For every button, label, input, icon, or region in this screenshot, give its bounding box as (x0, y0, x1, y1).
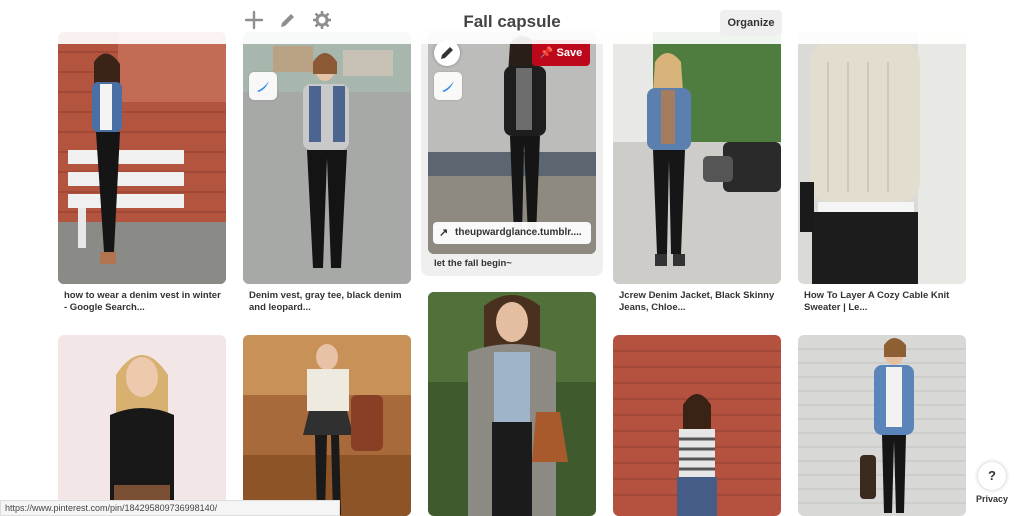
pin-caption: let the fall begin~ (434, 258, 512, 269)
bird-icon (442, 81, 454, 92)
save-label: Save (556, 47, 583, 59)
pin-image[interactable] (798, 32, 966, 284)
arrow-up-right-icon: ↗ (439, 227, 449, 239)
privacy-link[interactable]: Privacy (970, 494, 1014, 504)
organize-button[interactable]: Organize (720, 10, 782, 36)
board-title: Fall capsule (463, 12, 561, 31)
pin-source-badge (434, 72, 462, 100)
pin-card[interactable] (613, 335, 781, 516)
pin-caption: Denim vest, gray tee, black denim and le… (249, 290, 402, 313)
bird-icon (257, 81, 269, 92)
pin-caption: how to wear a denim vest in winter - Goo… (64, 290, 221, 313)
pin-image[interactable] (243, 32, 411, 284)
pin-image[interactable] (58, 335, 226, 516)
source-link[interactable]: ↗ theupwardglance.tumblr.... (433, 222, 591, 244)
pin-caption: Jcrew Denim Jacket, Black Skinny Jeans, … (619, 290, 775, 313)
source-link-text: theupwardglance.tumblr.... (455, 227, 582, 238)
pin-caption: How To Layer A Cozy Cable Knit Sweater |… (804, 290, 950, 313)
pin-image[interactable] (613, 32, 781, 284)
pinterest-board-page: Fall capsule Organize how to wear a deni… (0, 0, 1024, 516)
pin-image[interactable] (428, 292, 596, 516)
pin-card[interactable]: Denim vest, gray tee, black denim and le… (243, 32, 411, 322)
help-button[interactable]: ? (978, 462, 1006, 490)
pin-card-hovered[interactable]: 📌 Save ↗ theupwardglance.tumblr.... let … (428, 32, 596, 272)
status-bar-url: https://www.pinterest.com/pin/1842958097… (0, 500, 340, 516)
pin-icon: 📌 (539, 47, 554, 59)
pin-card[interactable] (243, 335, 411, 516)
pin-image[interactable] (613, 335, 781, 516)
pin-image[interactable] (58, 32, 226, 284)
pin-source-badge (249, 72, 277, 100)
pin-image[interactable] (798, 335, 966, 516)
board-header: Fall capsule Organize (0, 0, 1024, 44)
pin-card[interactable] (58, 335, 226, 516)
pin-card[interactable]: how to wear a denim vest in winter - Goo… (58, 32, 226, 322)
pin-card[interactable] (428, 292, 596, 516)
pin-card[interactable]: How To Layer A Cozy Cable Knit Sweater |… (798, 32, 966, 322)
pin-image[interactable] (243, 335, 411, 516)
pin-card[interactable] (798, 335, 966, 516)
pin-card[interactable]: Jcrew Denim Jacket, Black Skinny Jeans, … (613, 32, 781, 322)
